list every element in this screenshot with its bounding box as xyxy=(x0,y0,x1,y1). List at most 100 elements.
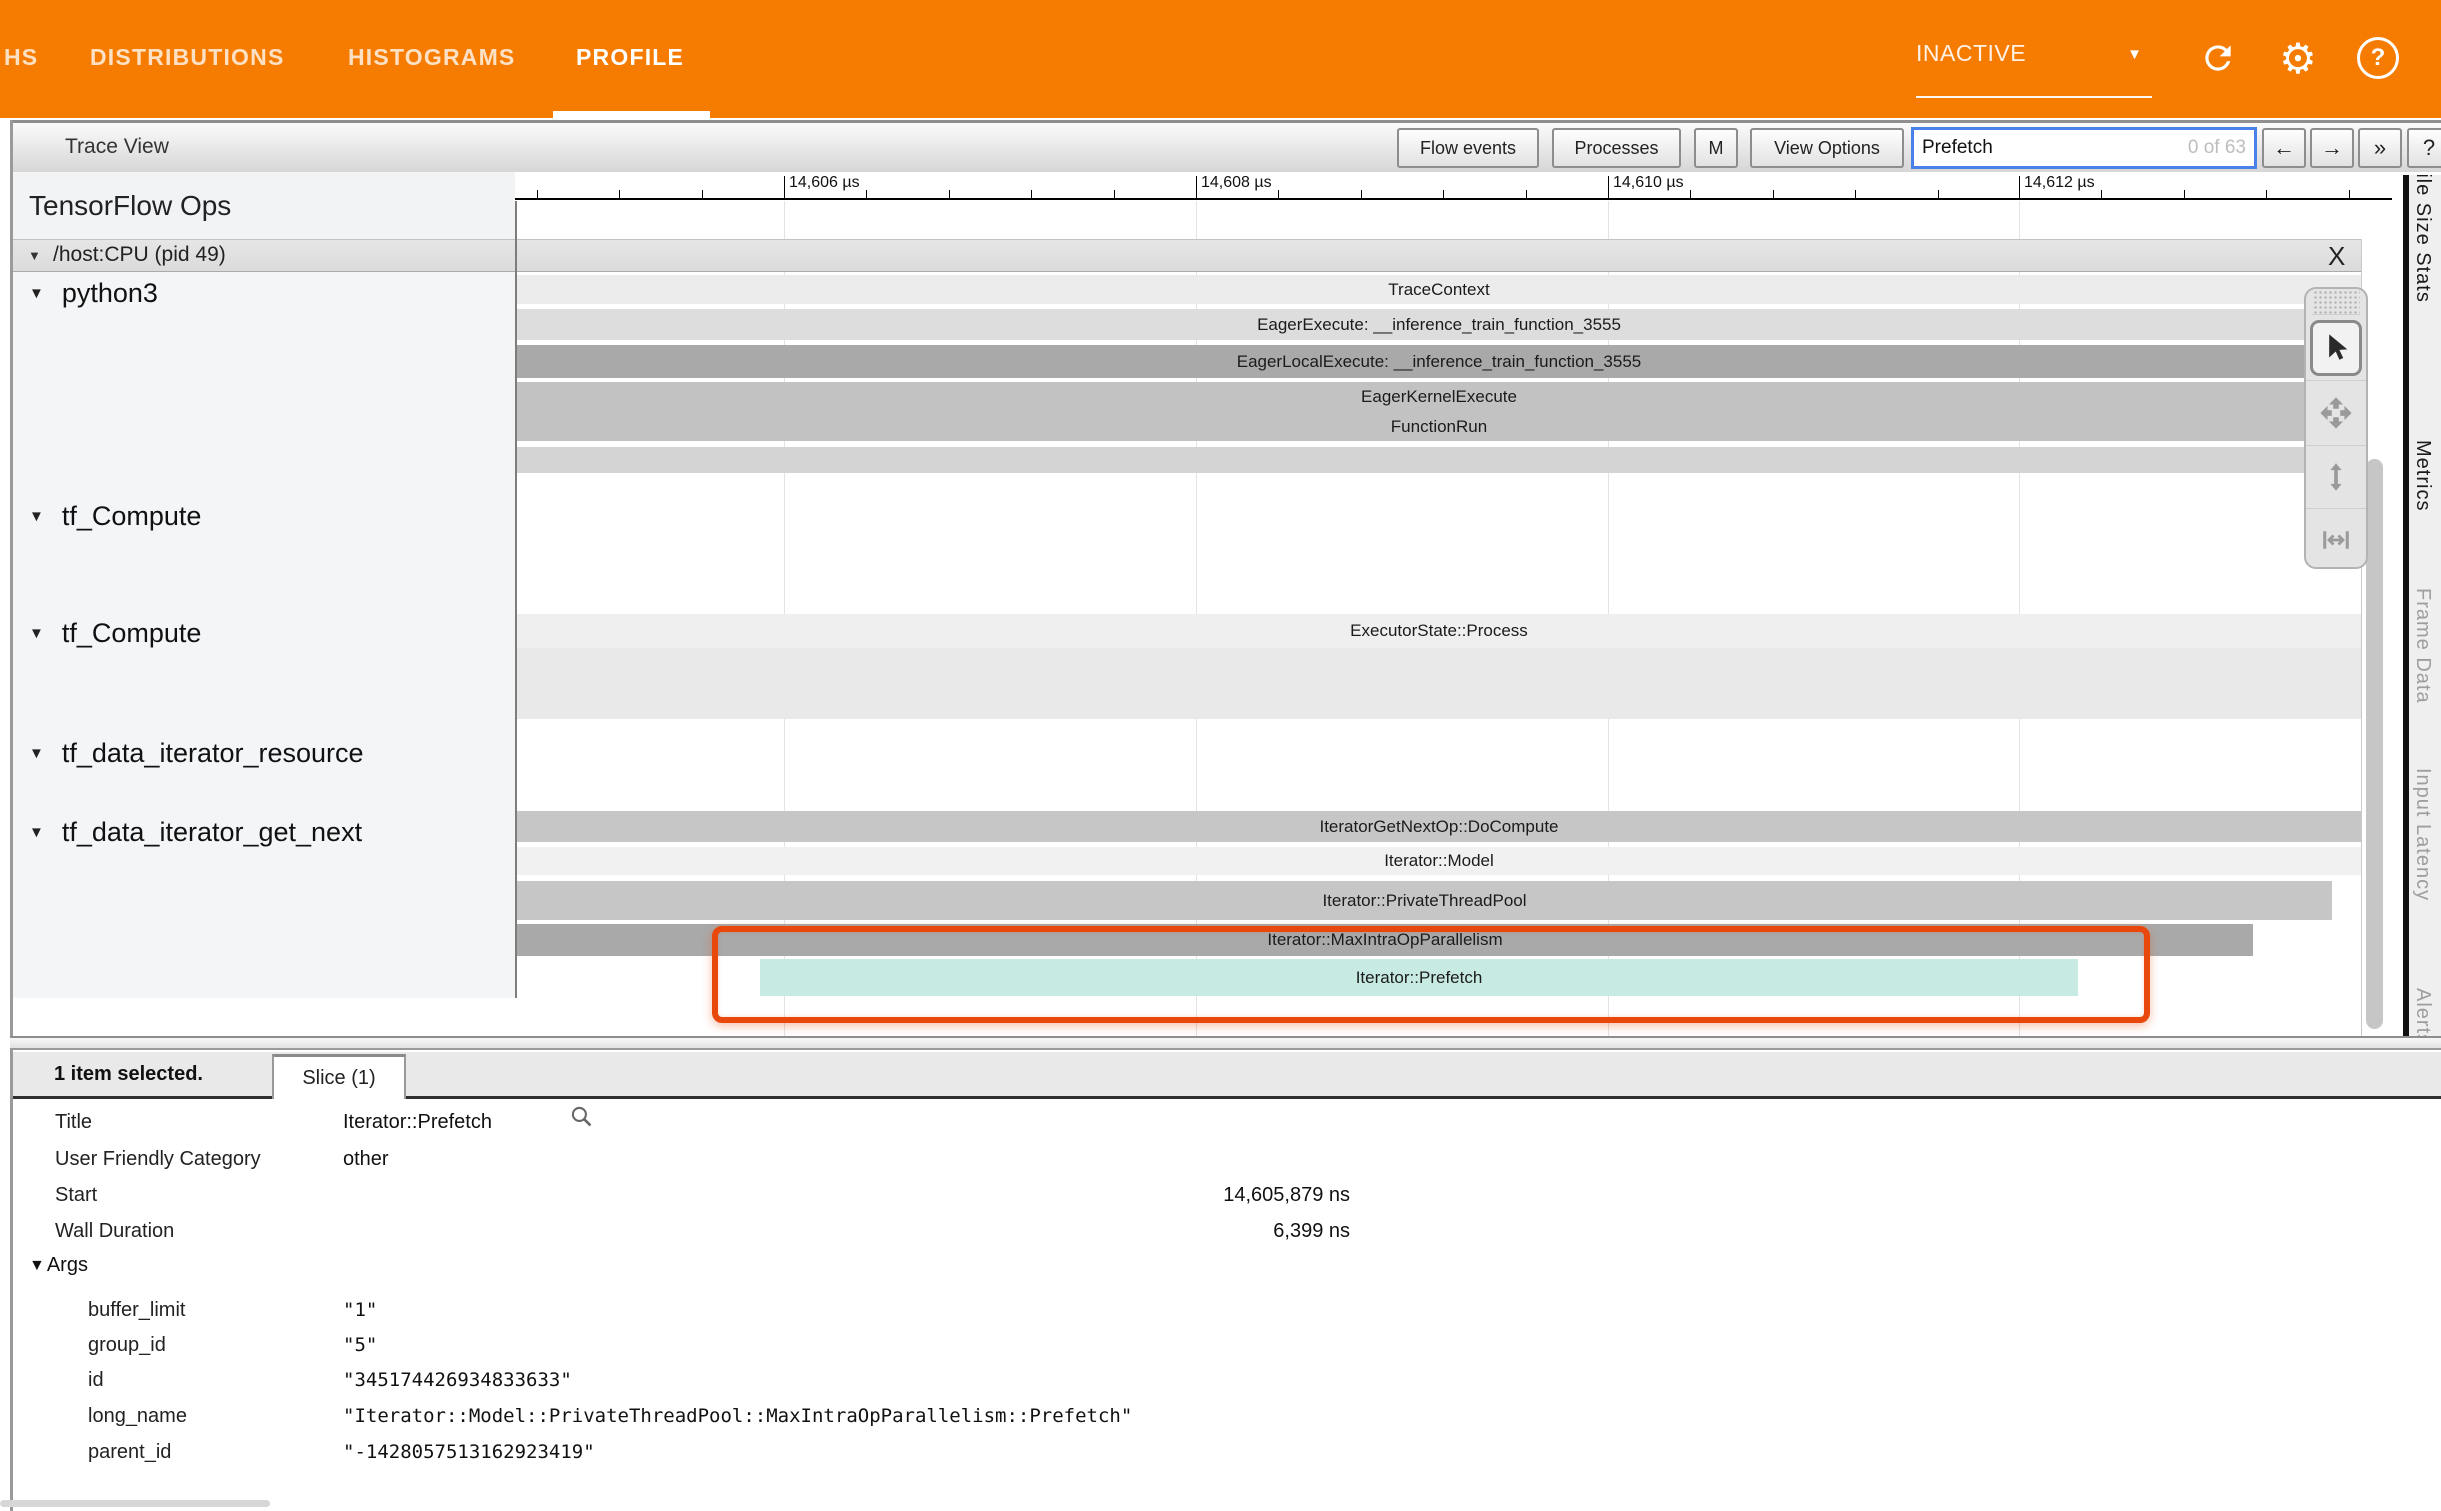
ruler-minor-tick xyxy=(1938,190,1939,198)
ruler-minor-tick xyxy=(2349,190,2350,198)
processes-button[interactable]: Processes xyxy=(1552,128,1681,168)
trace-event-bar[interactable]: Iterator::MaxIntraOpParallelism xyxy=(517,924,2253,956)
trace-event-bar[interactable]: FunctionRun xyxy=(517,412,2361,441)
tensorboard-profile-window: HS DISTRIBUTIONS HISTOGRAMS PROFILE INACTIV… xyxy=(0,0,2441,1511)
trace-tool-palette xyxy=(2304,287,2368,569)
sidebar-tab-input-latency[interactable]: Input Latency xyxy=(2411,768,2434,901)
horizontal-scrollbar[interactable] xyxy=(0,1500,270,1507)
detail-row-user-friendly-category: User Friendly Categoryother xyxy=(13,1144,2441,1174)
tab-profile[interactable]: PROFILE xyxy=(576,44,684,71)
vertical-arrows-icon xyxy=(2321,460,2351,494)
tensorflow-ops-section[interactable]: TensorFlow Ops xyxy=(13,172,515,239)
trace-view-title: Trace View xyxy=(65,135,169,159)
trace-event-bar[interactable]: TraceContext xyxy=(517,275,2361,304)
search-value: Prefetch xyxy=(1914,137,2188,159)
process-group-label: /host:CPU (pid 49) xyxy=(53,243,226,267)
args-label: Args xyxy=(47,1254,88,1277)
thread-group-label: tf_Compute xyxy=(62,501,202,532)
detail-row-wall-duration: Wall Duration6,399 ns xyxy=(13,1216,2441,1246)
run-state-dropdown[interactable]: INACTIVE ▼ xyxy=(1916,40,2156,67)
ruler-minor-tick xyxy=(619,190,620,198)
thread-group-tf_Compute[interactable]: ▼ tf_Compute xyxy=(13,498,513,534)
magnifier-icon[interactable] xyxy=(569,1104,595,1135)
arg-row-parent_id: parent_id"-1428057513162923419" xyxy=(13,1437,2441,1467)
refresh-icon[interactable] xyxy=(2196,36,2240,80)
help-icon[interactable]: ? xyxy=(2356,36,2400,80)
trace-event-bar[interactable]: ExecutorState::Process xyxy=(517,614,2361,648)
expander-triangle-icon: ▼ xyxy=(29,508,44,525)
search-input[interactable]: Prefetch 0 of 63 xyxy=(1911,127,2257,169)
trace-event-bar[interactable]: EagerKernelExecute xyxy=(517,382,2361,412)
search-result-count: 0 of 63 xyxy=(2188,137,2254,159)
sidebar-tab-frame-data[interactable]: Frame Data xyxy=(2411,588,2434,704)
thread-group-tf_data_iterator_get_next[interactable]: ▼tf_data_iterator_get_next xyxy=(13,814,513,850)
sidebar-tab-metrics[interactable]: Metrics xyxy=(2411,440,2434,511)
thread-group-python3[interactable]: ▼python3 xyxy=(13,275,513,311)
arg-key: id xyxy=(88,1369,104,1392)
ruler-minor-tick xyxy=(1690,190,1691,198)
arg-value: "1" xyxy=(343,1299,377,1321)
sidebar-tab-alerts[interactable]: Alerts xyxy=(2411,988,2434,1036)
thread-group-tf_data_iterator_resource[interactable]: ▼tf_data_iterator_resource xyxy=(13,735,513,771)
collapse-triangle-icon: ▼ xyxy=(28,248,41,263)
m-button[interactable]: M xyxy=(1694,128,1738,168)
detail-row-title: TitleIterator::Prefetch xyxy=(13,1107,2441,1137)
sidebar-tab-file-size-stats[interactable]: File Size Stats xyxy=(2411,175,2434,303)
ruler-minor-tick xyxy=(1526,190,1527,198)
palette-grip-handle[interactable] xyxy=(2312,289,2360,315)
ruler-minor-tick xyxy=(1773,190,1774,198)
trace-event-bar[interactable]: Iterator::Prefetch xyxy=(760,959,2078,996)
trace-canvas[interactable]: ▼ /host:CPU (pid 49) X ▼python3▼tf_Compu… xyxy=(13,201,2441,1036)
trace-band[interactable] xyxy=(517,648,2361,719)
expander-triangle-icon: ▼ xyxy=(29,824,44,841)
help-button[interactable]: ? xyxy=(2407,128,2441,168)
trace-event-bar[interactable]: EagerLocalExecute: __inference_train_fun… xyxy=(517,345,2361,378)
detail-row-start: Start14,605,879 ns xyxy=(13,1180,2441,1210)
next-result-button[interactable]: → xyxy=(2310,128,2354,168)
pan-arrows-icon xyxy=(2319,396,2353,430)
trace-event-bar[interactable]: IteratorGetNextOp::DoCompute xyxy=(517,811,2361,842)
close-icon[interactable]: X xyxy=(2328,241,2345,272)
ruler-minor-tick xyxy=(1443,190,1444,198)
expander-triangle-icon: ▼ xyxy=(29,625,44,642)
zoom-tool[interactable] xyxy=(2306,446,2366,509)
expand-button[interactable]: » xyxy=(2358,128,2402,168)
prev-result-button[interactable]: ← xyxy=(2262,128,2306,168)
flow-events-button[interactable]: Flow events xyxy=(1397,128,1539,168)
detail-label: Title xyxy=(55,1111,92,1134)
ruler-minor-tick xyxy=(2266,190,2267,198)
arg-row-group_id: group_id"5" xyxy=(13,1330,2441,1360)
args-toggle[interactable]: ▼Args xyxy=(29,1254,88,1277)
timing-tool[interactable] xyxy=(2306,509,2366,569)
select-tool[interactable] xyxy=(2306,315,2366,381)
thread-group-label: tf_Compute xyxy=(62,618,202,649)
trace-band[interactable] xyxy=(517,447,2361,473)
pan-tool[interactable] xyxy=(2306,381,2366,446)
horizontal-span-icon xyxy=(2319,525,2353,555)
trace-event-bar[interactable]: Iterator::PrivateThreadPool xyxy=(517,881,2332,920)
tab-histograms[interactable]: HISTOGRAMS xyxy=(348,44,515,71)
expander-triangle-icon: ▼ xyxy=(29,285,44,302)
panel-resize-handle[interactable] xyxy=(10,1038,2441,1050)
gear-icon[interactable]: ⚙ xyxy=(2276,36,2320,80)
tab-distributions[interactable]: DISTRIBUTIONS xyxy=(90,44,285,71)
ruler-major-tick xyxy=(2019,176,2020,198)
ruler-tick-label: 14,610 µs xyxy=(1613,174,1684,192)
tab-slice[interactable]: Slice (1) xyxy=(272,1054,406,1099)
thread-group-tf_Compute[interactable]: ▼ tf_Compute xyxy=(13,615,513,651)
arg-key: long_name xyxy=(88,1405,187,1428)
right-sidebar: File Size Stats Metrics Frame Data Input La… xyxy=(2409,175,2441,1036)
ruler-tick-label: 14,608 µs xyxy=(1201,174,1272,192)
process-group-header[interactable]: ▼ /host:CPU (pid 49) X xyxy=(13,239,2361,272)
ruler-major-tick xyxy=(784,176,785,198)
trace-event-bar[interactable]: Iterator::Model xyxy=(517,847,2361,875)
arg-key: buffer_limit xyxy=(88,1299,185,1322)
ruler-minor-tick xyxy=(1855,190,1856,198)
detail-label: User Friendly Category xyxy=(55,1148,261,1171)
view-options-button[interactable]: View Options xyxy=(1750,128,1904,168)
vertical-scrollbar[interactable] xyxy=(2366,459,2383,1029)
trace-event-bar[interactable]: EagerExecute: __inference_train_function… xyxy=(517,309,2361,340)
tab-hs[interactable]: HS xyxy=(4,44,38,71)
arg-key: group_id xyxy=(88,1334,166,1357)
ruler-minor-tick xyxy=(1114,190,1115,198)
